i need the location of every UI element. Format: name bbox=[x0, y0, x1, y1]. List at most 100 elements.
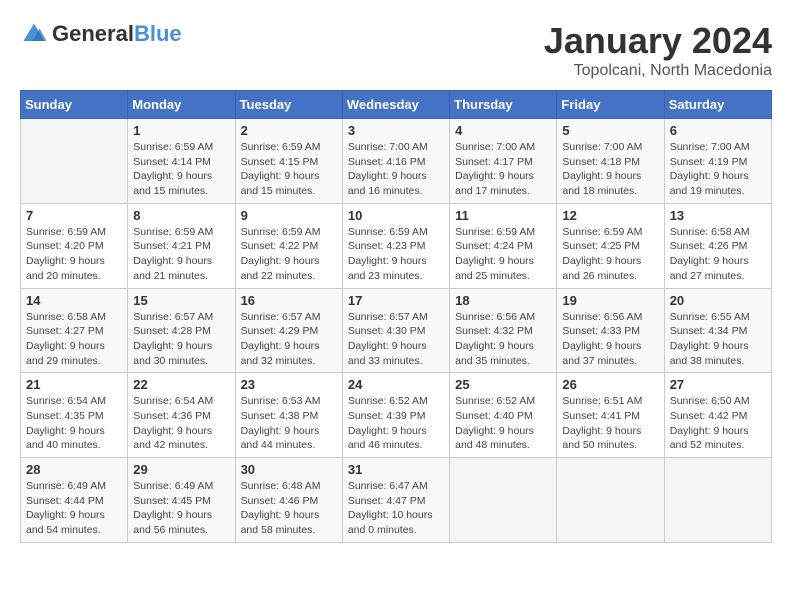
day-detail: Sunrise: 7:00 AMSunset: 4:18 PMDaylight:… bbox=[562, 140, 658, 199]
day-number: 31 bbox=[348, 462, 444, 477]
day-number: 29 bbox=[133, 462, 229, 477]
day-detail: Sunrise: 6:59 AMSunset: 4:21 PMDaylight:… bbox=[133, 225, 229, 284]
day-detail: Sunrise: 6:59 AMSunset: 4:20 PMDaylight:… bbox=[26, 225, 122, 284]
day-detail: Sunrise: 6:49 AMSunset: 4:45 PMDaylight:… bbox=[133, 479, 229, 538]
calendar-day-cell: 24Sunrise: 6:52 AMSunset: 4:39 PMDayligh… bbox=[342, 373, 449, 458]
calendar-day-cell: 19 Sunrise: 6:56 AMSunset: 4:33 PMDayligh… bbox=[557, 288, 664, 373]
day-number: 21 bbox=[26, 377, 122, 392]
day-detail: Sunrise: 6:59 AMSunset: 4:14 PMDaylight:… bbox=[133, 140, 229, 199]
calendar-day-cell: 20 Sunrise: 6:55 AMSunset: 4:34 PMDayligh… bbox=[664, 288, 771, 373]
calendar-week-row: 21 Sunrise: 6:54 AMSunset: 4:35 PMDayligh… bbox=[21, 373, 772, 458]
calendar-day-cell bbox=[557, 458, 664, 543]
day-number: 27 bbox=[670, 377, 766, 392]
day-number: 13 bbox=[670, 208, 766, 223]
header-wednesday: Wednesday bbox=[342, 91, 449, 119]
calendar-day-cell: 8 Sunrise: 6:59 AMSunset: 4:21 PMDaylight… bbox=[128, 203, 235, 288]
calendar-table: Sunday Monday Tuesday Wednesday Thursday… bbox=[20, 90, 772, 543]
day-detail: Sunrise: 6:57 AMSunset: 4:29 PMDaylight:… bbox=[241, 310, 337, 369]
calendar-day-cell: 12Sunrise: 6:59 AMSunset: 4:25 PMDayligh… bbox=[557, 203, 664, 288]
day-number: 3 bbox=[348, 123, 444, 138]
header-friday: Friday bbox=[557, 91, 664, 119]
calendar-day-cell: 1 Sunrise: 6:59 AMSunset: 4:14 PMDaylight… bbox=[128, 119, 235, 204]
day-number: 8 bbox=[133, 208, 229, 223]
logo-general: General bbox=[52, 21, 134, 46]
calendar-body: 1 Sunrise: 6:59 AMSunset: 4:14 PMDaylight… bbox=[21, 119, 772, 543]
month-title: January 2024 bbox=[544, 20, 772, 62]
calendar-day-cell: 14 Sunrise: 6:58 AMSunset: 4:27 PMDayligh… bbox=[21, 288, 128, 373]
calendar-day-cell: 10Sunrise: 6:59 AMSunset: 4:23 PMDayligh… bbox=[342, 203, 449, 288]
day-detail: Sunrise: 6:47 AMSunset: 4:47 PMDaylight:… bbox=[348, 479, 444, 538]
day-number: 30 bbox=[241, 462, 337, 477]
day-number: 11 bbox=[455, 208, 551, 223]
day-detail: Sunrise: 6:54 AMSunset: 4:35 PMDaylight:… bbox=[26, 394, 122, 453]
day-number: 5 bbox=[562, 123, 658, 138]
day-detail: Sunrise: 7:00 AMSunset: 4:19 PMDaylight:… bbox=[670, 140, 766, 199]
day-number: 14 bbox=[26, 293, 122, 308]
day-number: 22 bbox=[133, 377, 229, 392]
calendar-day-cell: 30 Sunrise: 6:48 AMSunset: 4:46 PMDayligh… bbox=[235, 458, 342, 543]
calendar-week-row: 7 Sunrise: 6:59 AMSunset: 4:20 PMDaylight… bbox=[21, 203, 772, 288]
day-detail: Sunrise: 6:58 AMSunset: 4:27 PMDaylight:… bbox=[26, 310, 122, 369]
day-number: 17 bbox=[348, 293, 444, 308]
day-number: 25 bbox=[455, 377, 551, 392]
header-sunday: Sunday bbox=[21, 91, 128, 119]
day-detail: Sunrise: 6:51 AMSunset: 4:41 PMDaylight:… bbox=[562, 394, 658, 453]
day-detail: Sunrise: 7:00 AMSunset: 4:17 PMDaylight:… bbox=[455, 140, 551, 199]
day-number: 28 bbox=[26, 462, 122, 477]
day-detail: Sunrise: 6:58 AMSunset: 4:26 PMDaylight:… bbox=[670, 225, 766, 284]
day-detail: Sunrise: 6:48 AMSunset: 4:46 PMDaylight:… bbox=[241, 479, 337, 538]
day-detail: Sunrise: 6:59 AMSunset: 4:25 PMDaylight:… bbox=[562, 225, 658, 284]
day-number: 19 bbox=[562, 293, 658, 308]
calendar-day-cell: 15Sunrise: 6:57 AMSunset: 4:28 PMDayligh… bbox=[128, 288, 235, 373]
day-number: 1 bbox=[133, 123, 229, 138]
day-detail: Sunrise: 7:00 AMSunset: 4:16 PMDaylight:… bbox=[348, 140, 444, 199]
calendar-day-cell: 11Sunrise: 6:59 AMSunset: 4:24 PMDayligh… bbox=[450, 203, 557, 288]
day-number: 20 bbox=[670, 293, 766, 308]
calendar-day-cell: 9 Sunrise: 6:59 AMSunset: 4:22 PMDaylight… bbox=[235, 203, 342, 288]
day-number: 6 bbox=[670, 123, 766, 138]
calendar-day-cell: 3 Sunrise: 7:00 AMSunset: 4:16 PMDaylight… bbox=[342, 119, 449, 204]
calendar-week-row: 14 Sunrise: 6:58 AMSunset: 4:27 PMDayligh… bbox=[21, 288, 772, 373]
calendar-day-cell: 17Sunrise: 6:57 AMSunset: 4:30 PMDayligh… bbox=[342, 288, 449, 373]
calendar-day-cell: 28 Sunrise: 6:49 AMSunset: 4:44 PMDayligh… bbox=[21, 458, 128, 543]
calendar-day-cell: 2Sunrise: 6:59 AMSunset: 4:15 PMDaylight… bbox=[235, 119, 342, 204]
calendar-day-cell: 18Sunrise: 6:56 AMSunset: 4:32 PMDayligh… bbox=[450, 288, 557, 373]
calendar-day-cell bbox=[664, 458, 771, 543]
calendar-day-cell: 29 Sunrise: 6:49 AMSunset: 4:45 PMDayligh… bbox=[128, 458, 235, 543]
calendar-day-cell bbox=[21, 119, 128, 204]
calendar-day-cell: 23 Sunrise: 6:53 AMSunset: 4:38 PMDayligh… bbox=[235, 373, 342, 458]
day-detail: Sunrise: 6:56 AMSunset: 4:33 PMDaylight:… bbox=[562, 310, 658, 369]
day-number: 4 bbox=[455, 123, 551, 138]
day-detail: Sunrise: 6:50 AMSunset: 4:42 PMDaylight:… bbox=[670, 394, 766, 453]
calendar-day-cell: 27 Sunrise: 6:50 AMSunset: 4:42 PMDayligh… bbox=[664, 373, 771, 458]
page-header: GeneralBlue January 2024 Topolcani, Nort… bbox=[20, 20, 772, 80]
day-detail: Sunrise: 6:59 AMSunset: 4:22 PMDaylight:… bbox=[241, 225, 337, 284]
day-number: 16 bbox=[241, 293, 337, 308]
day-detail: Sunrise: 6:49 AMSunset: 4:44 PMDaylight:… bbox=[26, 479, 122, 538]
logo-blue: Blue bbox=[134, 21, 182, 46]
logo-icon bbox=[20, 20, 48, 48]
calendar-week-row: 28 Sunrise: 6:49 AMSunset: 4:44 PMDayligh… bbox=[21, 458, 772, 543]
calendar-day-cell: 25 Sunrise: 6:52 AMSunset: 4:40 PMDayligh… bbox=[450, 373, 557, 458]
calendar-day-cell: 21 Sunrise: 6:54 AMSunset: 4:35 PMDayligh… bbox=[21, 373, 128, 458]
header-monday: Monday bbox=[128, 91, 235, 119]
day-detail: Sunrise: 6:59 AMSunset: 4:23 PMDaylight:… bbox=[348, 225, 444, 284]
day-number: 23 bbox=[241, 377, 337, 392]
logo: GeneralBlue bbox=[20, 20, 182, 48]
calendar-day-cell: 13 Sunrise: 6:58 AMSunset: 4:26 PMDayligh… bbox=[664, 203, 771, 288]
calendar-title-area: January 2024 Topolcani, North Macedonia bbox=[544, 20, 772, 80]
day-number: 26 bbox=[562, 377, 658, 392]
calendar-header: Sunday Monday Tuesday Wednesday Thursday… bbox=[21, 91, 772, 119]
day-number: 7 bbox=[26, 208, 122, 223]
calendar-day-cell: 26 Sunrise: 6:51 AMSunset: 4:41 PMDayligh… bbox=[557, 373, 664, 458]
day-detail: Sunrise: 6:52 AMSunset: 4:40 PMDaylight:… bbox=[455, 394, 551, 453]
day-detail: Sunrise: 6:53 AMSunset: 4:38 PMDaylight:… bbox=[241, 394, 337, 453]
location-title: Topolcani, North Macedonia bbox=[544, 62, 772, 80]
day-number: 9 bbox=[241, 208, 337, 223]
day-number: 24 bbox=[348, 377, 444, 392]
day-detail: Sunrise: 6:57 AMSunset: 4:28 PMDaylight:… bbox=[133, 310, 229, 369]
calendar-day-cell: 31 Sunrise: 6:47 AMSunset: 4:47 PMDayligh… bbox=[342, 458, 449, 543]
calendar-day-cell: 16 Sunrise: 6:57 AMSunset: 4:29 PMDayligh… bbox=[235, 288, 342, 373]
day-detail: Sunrise: 6:55 AMSunset: 4:34 PMDaylight:… bbox=[670, 310, 766, 369]
calendar-week-row: 1 Sunrise: 6:59 AMSunset: 4:14 PMDaylight… bbox=[21, 119, 772, 204]
